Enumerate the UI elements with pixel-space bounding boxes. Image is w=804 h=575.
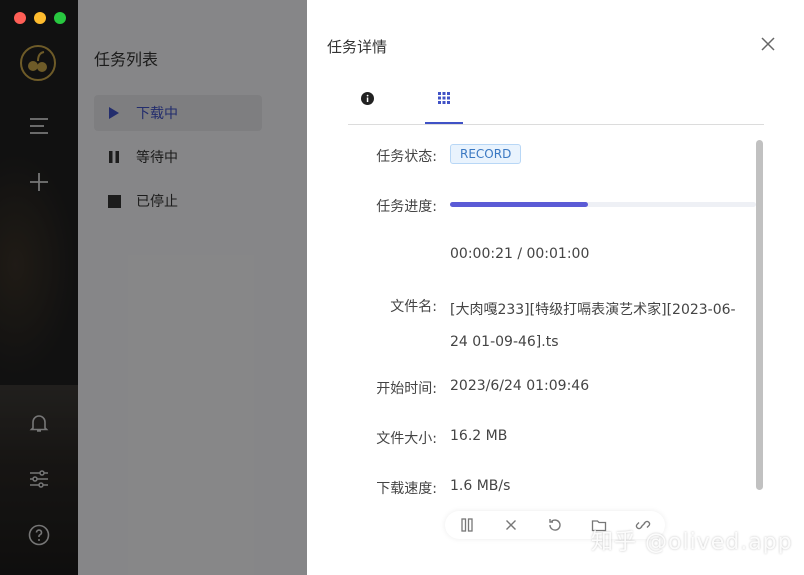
modal-overlay[interactable] [0,0,307,575]
close-icon[interactable] [760,36,776,52]
start-time-label: 开始时间: [376,381,437,397]
tab-files[interactable] [425,92,463,124]
status-label: 任务状态: [376,149,437,165]
file-size-label: 文件大小: [376,431,437,447]
window-controls [14,12,66,24]
tab-info[interactable] [348,92,386,124]
retry-icon[interactable] [547,517,563,533]
zoom-window-button[interactable] [54,12,66,24]
info-icon [360,92,374,105]
progress-bar [450,202,756,207]
app-window: 任务列表 下载中 等待中 已停止 任务详情 任务状态: RECORD 任务进度:… [0,0,804,575]
drawer-scrollbar[interactable] [756,140,763,490]
progress-bar-fill [450,202,588,207]
close-window-button[interactable] [14,12,26,24]
task-detail-drawer: 任务详情 任务状态: RECORD 任务进度: 00:00:21 / 00:01… [307,0,804,575]
download-speed-value: 1.6 MB/s [450,478,511,494]
detail-tabs [348,86,764,125]
minimize-window-button[interactable] [34,12,46,24]
drawer-title: 任务详情 [327,38,388,56]
status-badge: RECORD [450,144,522,164]
start-time-value: 2023/6/24 01:09:46 [450,378,590,394]
file-size-value: 16.2 MB [450,428,508,444]
filename-value: [大肉嘎233][特级打嗝表演艺术家][2023-06-24 01-09-46]… [450,302,736,350]
pause-icon[interactable] [459,517,475,533]
download-speed-label: 下载速度: [376,481,437,497]
progress-label: 任务进度: [376,199,437,215]
progress-time: 00:00:21 / 00:01:00 [450,246,590,262]
filename-label: 文件名: [390,299,437,315]
cancel-icon[interactable] [503,517,519,533]
grid-icon [438,92,450,104]
watermark: 知乎 @olived.app [591,530,793,555]
